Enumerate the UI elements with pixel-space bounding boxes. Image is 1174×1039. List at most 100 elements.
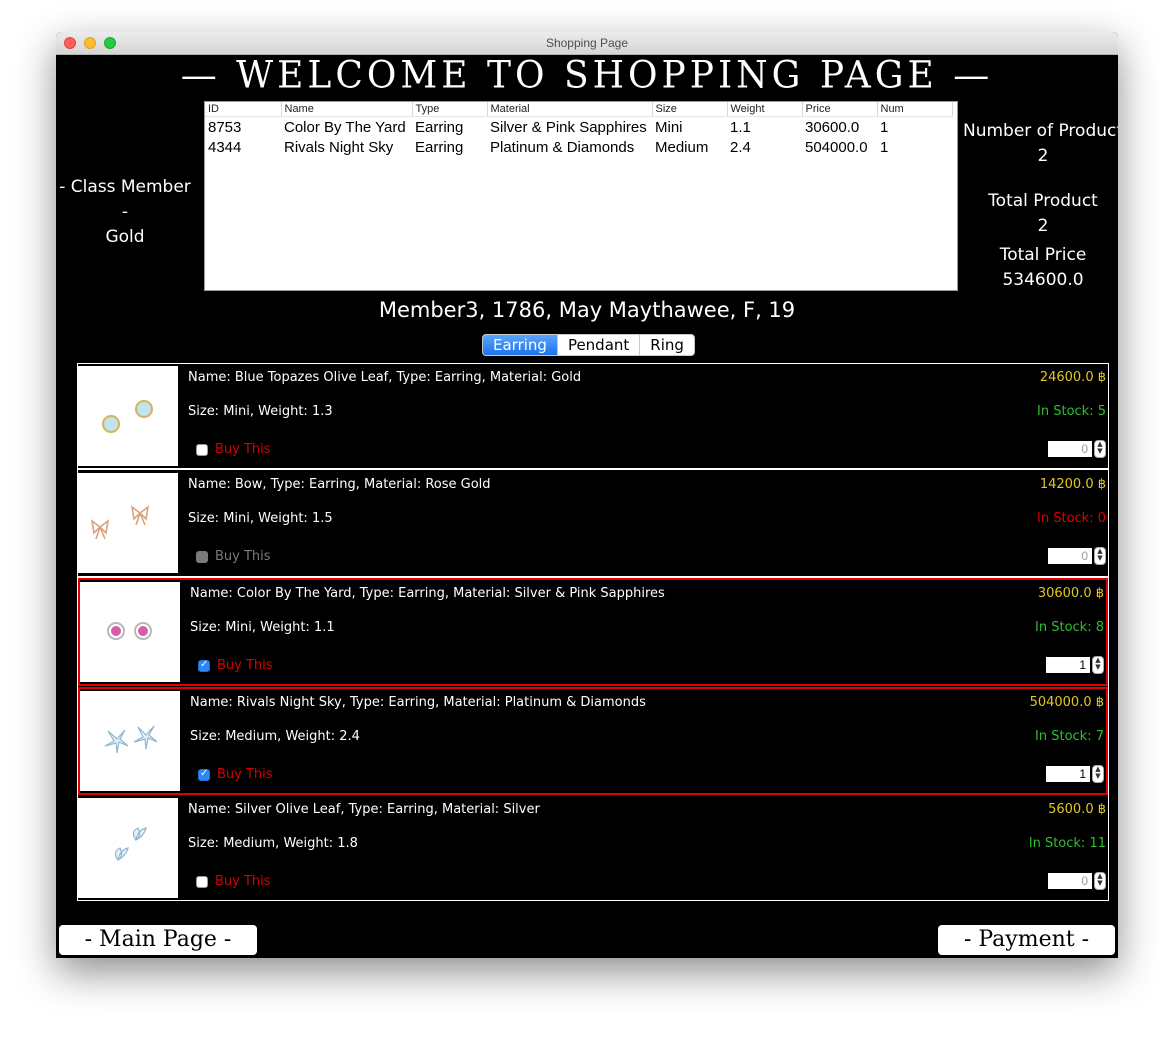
checkbox-icon[interactable] — [196, 443, 208, 456]
stock-status: In Stock: 0 — [1037, 511, 1106, 526]
checkbox-icon[interactable] — [196, 875, 208, 888]
product-price: 14200.0 ฿ — [1039, 477, 1106, 492]
leaf-earring-icon — [78, 798, 178, 898]
checkbox-icon[interactable] — [196, 550, 208, 563]
tab-ring[interactable]: Ring — [640, 335, 694, 355]
quantity-stepper[interactable]: 0 ▲ ▼ — [1048, 440, 1106, 458]
flower-earring-icon — [80, 691, 180, 791]
product-size: Size: Mini, Weight: 1.5 — [188, 511, 333, 526]
table-cell: Silver & Pink Sapphires — [490, 118, 647, 136]
cart-table-panel[interactable]: ID Name Type Material Size Weight Price … — [204, 101, 958, 291]
table-cell: 1.1 — [730, 118, 751, 136]
quantity-field[interactable]: 0 — [1048, 873, 1092, 889]
cart-table[interactable]: ID Name Type Material Size Weight Price … — [205, 102, 953, 157]
buy-this-checkbox[interactable]: Buy This — [198, 658, 273, 673]
payment-button[interactable]: - Payment - — [938, 925, 1115, 955]
stock-status: In Stock: 8 — [1035, 620, 1104, 635]
buy-label: Buy This — [215, 549, 271, 564]
column-header[interactable]: Type — [412, 102, 488, 117]
table-cell: 1 — [880, 118, 889, 136]
quantity-field[interactable]: 0 — [1048, 548, 1092, 564]
quantity-stepper[interactable]: 0 ▲ ▼ — [1048, 872, 1106, 890]
member-class-value: Gold — [105, 227, 145, 247]
shopping-window: Shopping Page — WELCOME TO SHOPPING PAGE… — [56, 32, 1118, 958]
table-cell: 2.4 — [730, 138, 751, 156]
table-row[interactable]: 8753 Color By The Yard Earring Silver & … — [205, 117, 952, 138]
total-price-label: Total Price — [999, 245, 1087, 265]
checkbox-icon[interactable] — [198, 659, 210, 672]
column-header[interactable]: Price — [802, 102, 878, 117]
member-info: Member3, 1786, May Maythawee, F, 19 — [378, 298, 796, 322]
quantity-field[interactable]: 0 — [1048, 441, 1092, 457]
column-header[interactable]: Size — [652, 102, 728, 117]
page-heading: — WELCOME TO SHOPPING PAGE — — [180, 53, 994, 98]
quantity-stepper[interactable]: 1 ▲ ▼ — [1046, 656, 1104, 674]
buy-this-checkbox[interactable]: Buy This — [196, 442, 271, 457]
stock-status: In Stock: 5 — [1037, 404, 1106, 419]
window-content: — WELCOME TO SHOPPING PAGE — - Class Mem… — [56, 53, 1118, 958]
stepper-arrows-icon[interactable]: ▲ ▼ — [1094, 440, 1106, 458]
member-class: - Class Member - Gold — [56, 175, 194, 250]
product-size: Size: Medium, Weight: 2.4 — [190, 729, 360, 744]
column-header[interactable]: Name — [281, 102, 413, 117]
table-cell: Medium — [655, 138, 709, 156]
table-cell: 30600.0 — [805, 118, 860, 136]
bow-earring-icon — [78, 473, 178, 573]
checkbox-icon[interactable] — [198, 768, 210, 781]
stepper-arrows-icon[interactable]: ▲ ▼ — [1092, 656, 1104, 674]
buy-this-checkbox[interactable]: Buy This — [198, 767, 273, 782]
table-cell: Mini — [655, 118, 683, 136]
total-product-label: Total Product — [988, 191, 1098, 211]
product-name: Name: Blue Topazes Olive Leaf, Type: Ear… — [188, 370, 582, 385]
product-name: Name: Rivals Night Sky, Type: Earring, M… — [190, 695, 646, 710]
table-cell: 4344 — [208, 138, 242, 156]
earring-icon — [78, 366, 178, 466]
main-page-button[interactable]: - Main Page - — [59, 925, 257, 955]
table-cell: Earring — [415, 138, 464, 156]
buy-this-checkbox[interactable]: Buy This — [196, 874, 271, 889]
product-price: 5600.0 ฿ — [1048, 802, 1106, 817]
column-header[interactable]: ID — [205, 102, 282, 117]
stepper-arrows-icon[interactable]: ▲ ▼ — [1092, 765, 1104, 783]
product-item: Name: Bow, Type: Earring, Material: Rose… — [78, 471, 1108, 578]
product-name: Name: Bow, Type: Earring, Material: Rose… — [188, 477, 491, 492]
product-size: Size: Medium, Weight: 1.8 — [188, 836, 358, 851]
quantity-field[interactable]: 1 — [1046, 766, 1090, 782]
buy-this-checkbox[interactable]: Buy This — [196, 549, 271, 564]
product-size: Size: Mini, Weight: 1.3 — [188, 404, 333, 419]
title-bar: Shopping Page — [56, 32, 1118, 55]
tab-pendant[interactable]: Pendant — [558, 335, 641, 355]
buy-label: Buy This — [217, 767, 273, 782]
table-cell: Color By The Yard — [284, 118, 406, 136]
table-cell: 504000.0 — [805, 138, 868, 156]
tab-earring[interactable]: Earring — [483, 335, 558, 355]
quantity-stepper[interactable]: 0 ▲ ▼ — [1048, 547, 1106, 565]
table-cell: Platinum & Diamonds — [490, 138, 635, 156]
product-list[interactable]: Name: Blue Topazes Olive Leaf, Type: Ear… — [77, 363, 1109, 901]
product-item: Name: Blue Topazes Olive Leaf, Type: Ear… — [78, 364, 1108, 470]
product-item: Name: Silver Olive Leaf, Type: Earring, … — [78, 796, 1108, 900]
window-title: Shopping Page — [545, 36, 629, 50]
stock-status: In Stock: 7 — [1035, 729, 1104, 744]
buy-label: Buy This — [215, 874, 271, 889]
quantity-field[interactable]: 1 — [1046, 657, 1090, 673]
stepper-arrows-icon[interactable]: ▲ ▼ — [1094, 872, 1106, 890]
table-cell: Rivals Night Sky — [284, 138, 394, 156]
product-item: Name: Color By The Yard, Type: Earring, … — [78, 578, 1108, 686]
product-name: Name: Color By The Yard, Type: Earring, … — [190, 586, 665, 601]
column-header[interactable]: Num — [877, 102, 953, 117]
table-row[interactable]: 4344 Rivals Night Sky Earring Platinum &… — [205, 137, 952, 157]
buy-label: Buy This — [215, 442, 271, 457]
category-tabs: Earring Pendant Ring — [482, 334, 695, 356]
buy-label: Buy This — [217, 658, 273, 673]
table-cell: Earring — [415, 118, 464, 136]
column-header[interactable]: Weight — [727, 102, 803, 117]
product-price: 24600.0 ฿ — [1039, 370, 1106, 385]
num-product-value: 2 — [1037, 146, 1049, 166]
quantity-stepper[interactable]: 1 ▲ ▼ — [1046, 765, 1104, 783]
column-header[interactable]: Material — [487, 102, 653, 117]
total-price-value: 534600.0 — [1002, 270, 1084, 290]
stepper-arrows-icon[interactable]: ▲ ▼ — [1094, 547, 1106, 565]
member-class-label: - Class Member - — [59, 177, 191, 222]
product-item: Name: Rivals Night Sky, Type: Earring, M… — [78, 687, 1108, 795]
